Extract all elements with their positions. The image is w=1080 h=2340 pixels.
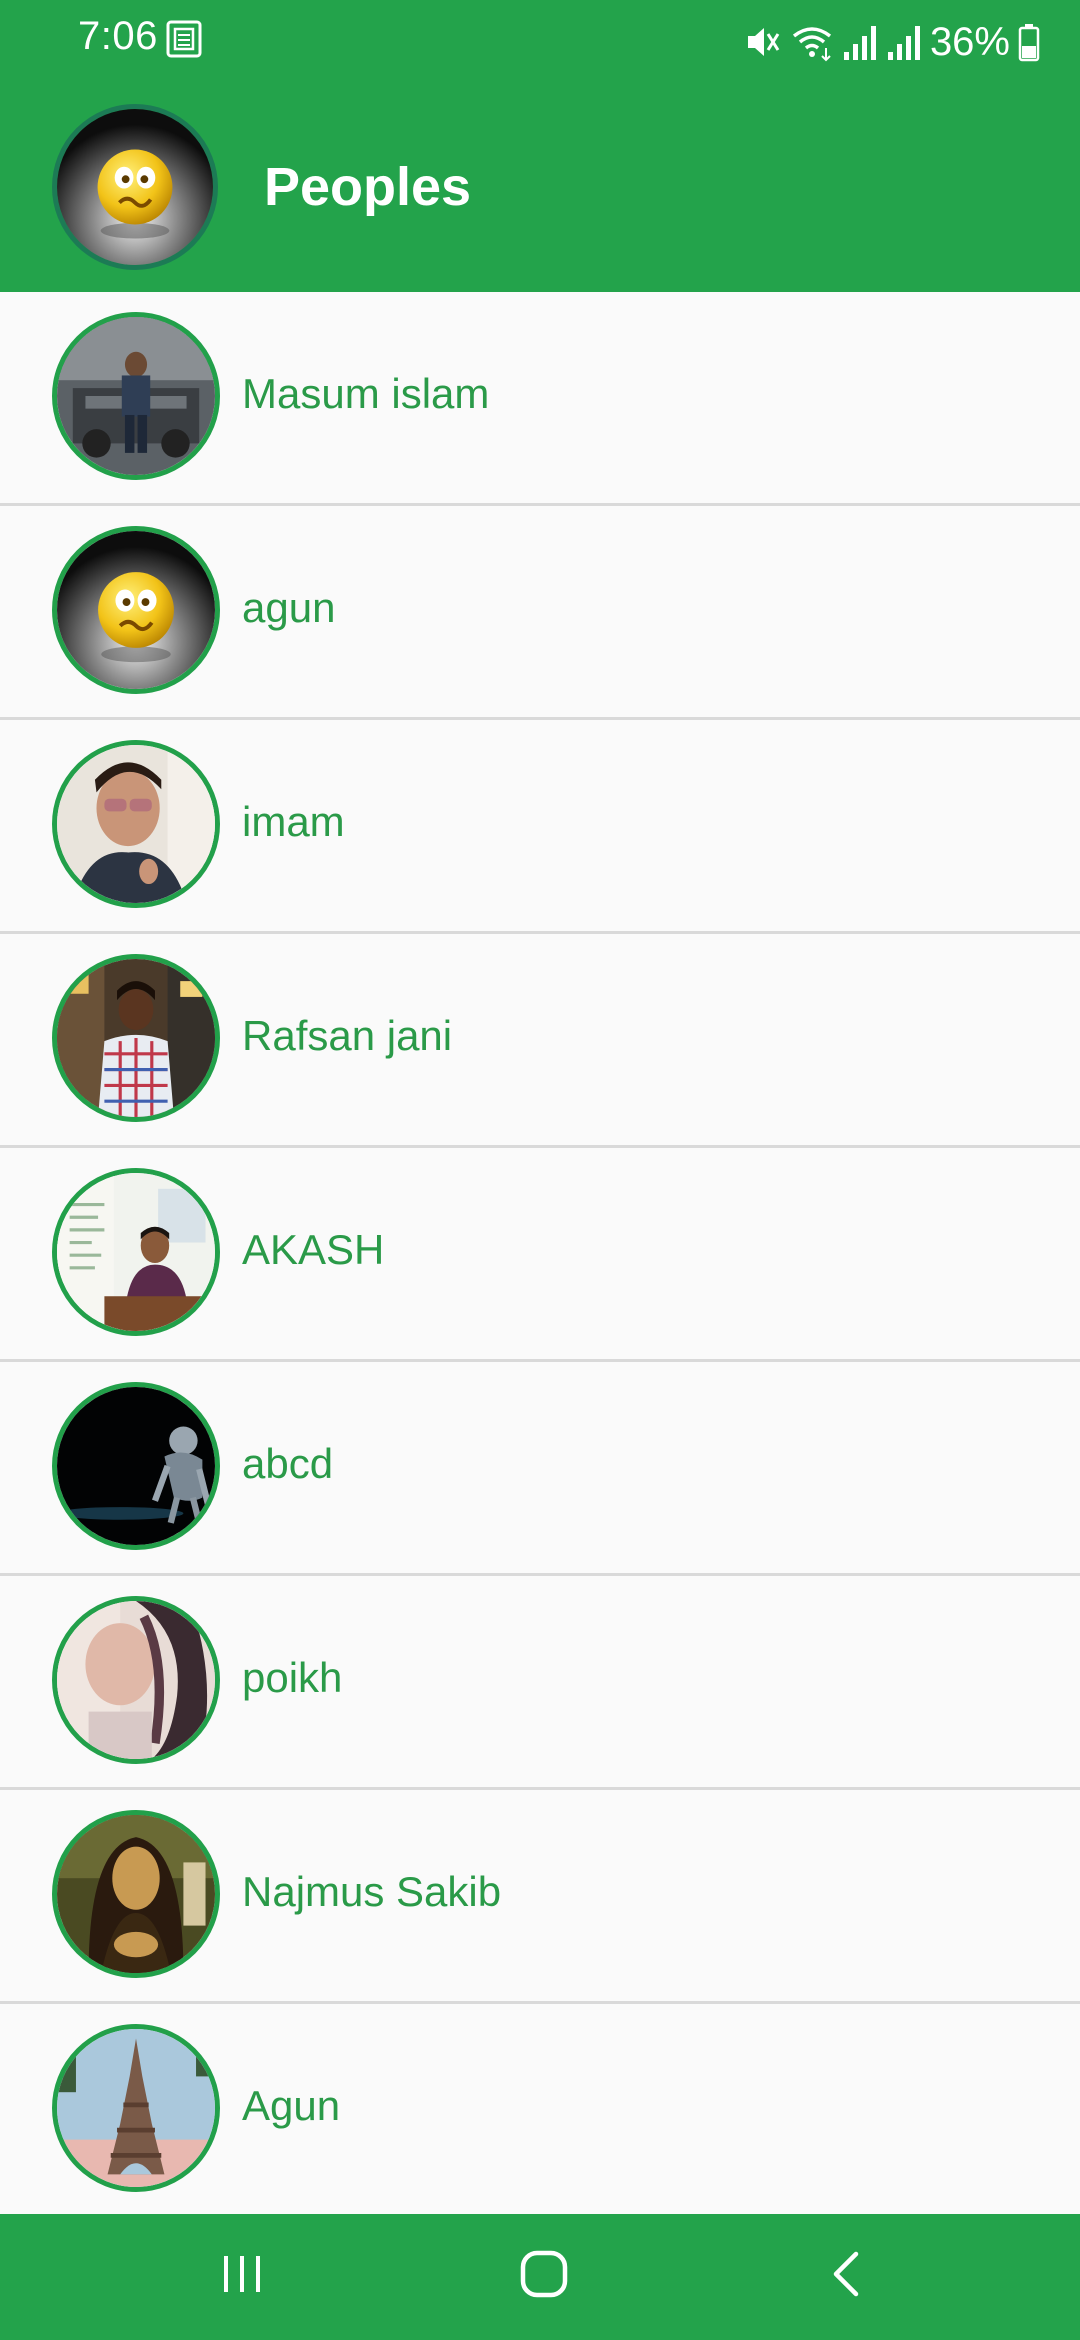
list-item[interactable]: abcd [0,1362,1080,1576]
home-icon [519,2249,569,2304]
person-name: Agun [242,2082,341,2129]
back-button[interactable] [806,2244,886,2308]
list-item[interactable]: agun [0,506,1080,720]
person-name: abcd [242,1440,334,1487]
avatar [52,1596,220,1764]
signal-icon [886,22,922,62]
list-item[interactable]: AKASH [0,1148,1080,1362]
people-list: Masum islam agun imam Rafsan jani AKASH … [0,292,1080,2218]
avatar [52,1382,220,1550]
list-item[interactable]: Agun [0,2004,1080,2218]
battery-percent: 36% [929,19,1010,64]
status-time: 7:06 [78,14,158,58]
person-name: Masum islam [242,370,490,417]
list-item[interactable]: poikh [0,1576,1080,1790]
avatar [52,526,220,694]
person-name: AKASH [242,1226,385,1273]
app-bar: Peoples [0,84,1080,292]
person-name: agun [242,584,336,631]
notification-icon [166,20,202,58]
avatar [52,954,220,1122]
list-item[interactable]: Najmus Sakib [0,1790,1080,2004]
avatar [52,1810,220,1978]
list-item[interactable]: Rafsan jani [0,934,1080,1148]
emoji-avatar-image [57,109,213,265]
recent-apps-button[interactable] [202,2244,282,2308]
avatar [52,740,220,908]
mute-icon [742,22,782,62]
profile-avatar[interactable] [52,104,218,270]
avatar [52,2024,220,2192]
recent-apps-icon [218,2252,266,2301]
list-item[interactable]: Masum islam [0,292,1080,506]
back-icon [826,2249,866,2304]
avatar [52,1168,220,1336]
battery-icon [1018,22,1040,62]
status-icons: 36% [742,14,1040,70]
screen: 7:06 36% Peoples Masum islam agun imam R… [0,0,1080,2340]
person-name: Najmus Sakib [242,1868,502,1915]
signal-icon [842,22,878,62]
status-bar: 7:06 36% [0,0,1080,84]
home-button[interactable] [504,2244,584,2308]
system-nav-bar [0,2214,1080,2340]
person-name: poikh [242,1654,343,1701]
person-name: Rafsan jani [242,1012,453,1059]
person-name: imam [242,798,345,845]
wifi-icon [790,22,834,62]
page-title: Peoples [264,157,472,217]
list-item[interactable]: imam [0,720,1080,934]
avatar [52,312,220,480]
